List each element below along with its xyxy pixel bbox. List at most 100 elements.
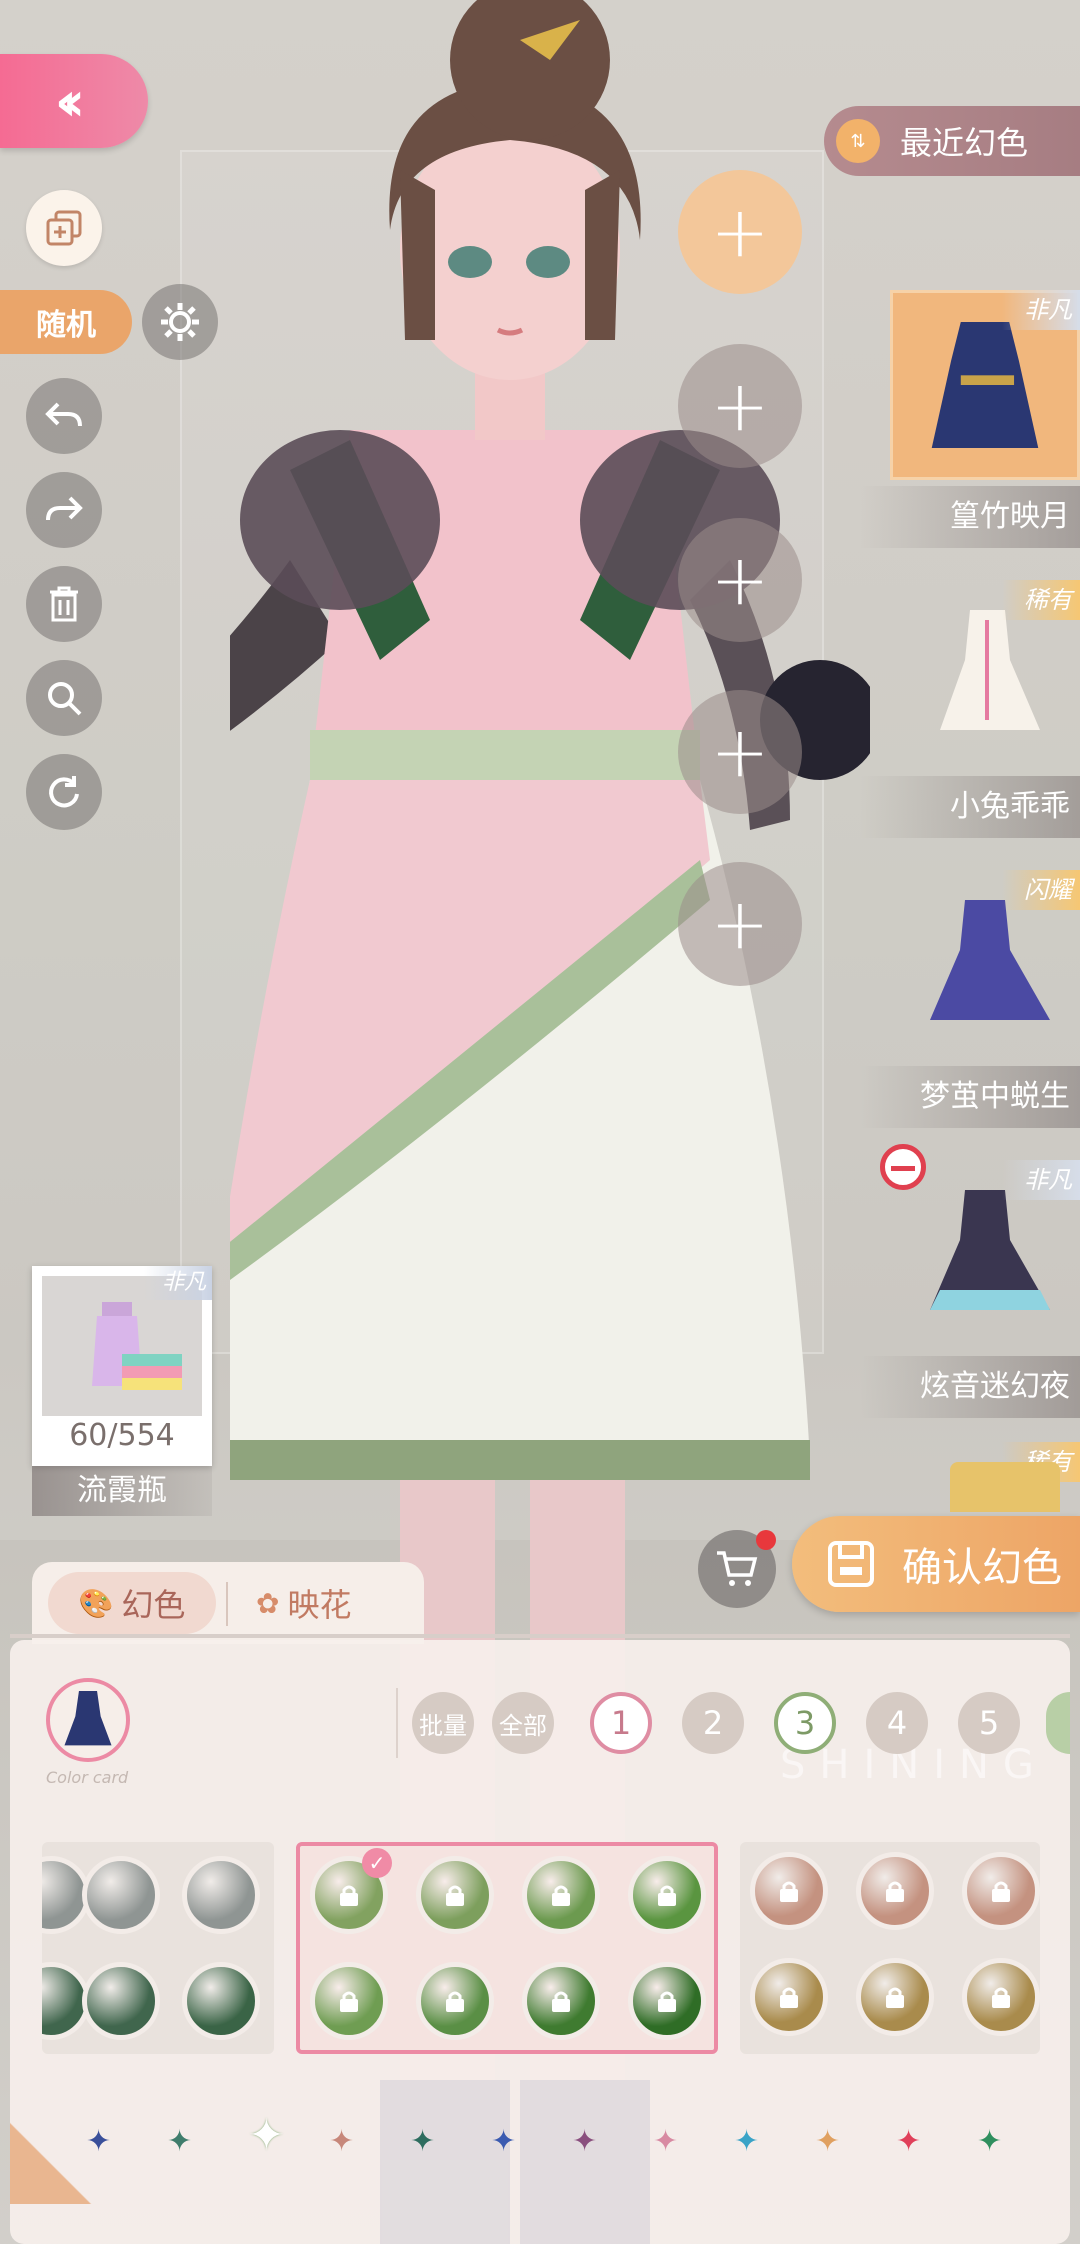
page-3-button[interactable]: 3 [774,1692,836,1754]
color-swatch[interactable] [856,1958,934,2036]
color-swatch[interactable] [962,1958,1040,2036]
lock-icon [658,1991,676,2012]
swatch-group-3 [740,1842,1040,2054]
panel-rail [10,1634,1070,1638]
outfit-name: 炫音迷幻夜 [860,1356,1080,1418]
swap-icon: ⇅ [836,119,880,163]
tab-dye-label: 幻色 [121,1586,186,1624]
outfit-name: 小兔乖乖 [860,776,1080,838]
outfit-item[interactable]: 稀有 小兔乖乖 [860,580,1080,850]
lock-icon [340,1991,358,2012]
color-swatch[interactable] [416,1856,494,1934]
selected-outfit-avatar[interactable] [46,1678,130,1762]
color-star-icon[interactable]: ✦ [410,2124,435,2159]
color-swatch[interactable] [416,1962,494,2040]
confirm-dye-label: 确认幻色 [902,1545,1062,1591]
outfit-name: 篁竹映月 [860,486,1080,548]
color-star-icon[interactable]: ✦ [167,2124,192,2159]
back-button[interactable]: ‹‹ [0,54,148,148]
color-star-icon[interactable]: ✦ [896,2124,921,2159]
lock-icon [552,1885,570,1906]
lock-icon [446,1885,464,1906]
page-6-button[interactable] [1046,1692,1070,1754]
color-swatch[interactable] [310,1962,388,2040]
outfit-item[interactable]: 非凡 篁竹映月 [860,290,1080,560]
swatch-group-2: ✓ [296,1842,718,2054]
random-button[interactable]: 随机 [0,290,132,354]
recent-dye-button[interactable]: ⇅ 最近幻色 [824,106,1080,176]
dye-slot-4[interactable]: + [678,690,802,814]
settings-button[interactable] [142,284,218,360]
delete-button[interactable] [26,566,102,642]
color-swatch[interactable] [750,1958,828,2036]
color-swatch[interactable] [750,1852,828,1930]
outfit-item[interactable]: 稀有 [860,1442,1080,1512]
all-button[interactable]: 全部 [492,1692,554,1754]
flower-icon: ✿ [256,1586,280,1620]
outfit-item[interactable]: 非凡 炫音迷幻夜 [860,1160,1080,1430]
recent-dye-label: 最近幻色 [900,124,1029,162]
material-card[interactable]: 非凡 60/554 [32,1266,212,1466]
color-swatch[interactable] [856,1852,934,1930]
redo-button[interactable] [26,472,102,548]
color-swatch[interactable] [182,1856,260,1934]
tab-bloom[interactable]: ✿ 映花 [256,1572,351,1634]
lock-icon [886,1987,904,2008]
palette-icon: 🎨 [78,1586,114,1620]
lock-icon [780,1881,798,1902]
divider [396,1688,398,1758]
plus-icon: + [710,365,770,447]
rarity-badge: 非凡 [1002,290,1080,330]
color-swatch[interactable] [182,1962,260,2040]
color-swatch[interactable] [82,1962,160,2040]
notification-dot [756,1530,776,1550]
batch-button[interactable]: 批量 [412,1692,474,1754]
lock-icon [992,1881,1010,1902]
color-star-icon[interactable]: ✦ [977,2124,1002,2159]
tab-bloom-label: 映花 [287,1586,352,1624]
lock-icon [992,1987,1010,2008]
undo-icon [45,402,82,427]
page-2-button[interactable]: 2 [682,1692,744,1754]
add-copy-button[interactable] [26,190,102,266]
divider [226,1582,228,1626]
dye-slot-1[interactable]: + [678,170,802,294]
page-1-button[interactable]: 1 [590,1692,652,1754]
color-swatch[interactable] [628,1856,706,1934]
color-star-icon[interactable]: ✦ [572,2124,597,2159]
dye-slot-5[interactable]: + [678,862,802,986]
lock-icon [886,1881,904,1902]
color-swatch[interactable] [962,1852,1040,1930]
confirm-dye-button[interactable]: 确认幻色 [792,1516,1080,1612]
dye-slot-2[interactable]: + [678,344,802,468]
tab-dye[interactable]: 🎨 幻色 [48,1572,216,1634]
undo-button[interactable] [26,378,102,454]
cart-button[interactable] [698,1530,776,1608]
color-swatch[interactable] [628,1962,706,2040]
color-star-icon[interactable]: ✦ [653,2124,678,2159]
color-star-icon[interactable]: ✦ [329,2124,354,2159]
zoom-button[interactable] [26,660,102,736]
plus-icon: + [710,711,770,793]
color-swatch[interactable] [82,1856,160,1934]
outfit-name: 梦茧中蜕生 [860,1066,1080,1128]
trash-icon [50,586,78,622]
color-star-icon[interactable]: ✦ [248,2110,285,2161]
color-star-icon[interactable]: ✦ [734,2124,759,2159]
color-swatch[interactable] [522,1962,600,2040]
plus-icon: + [710,883,770,965]
page-5-button[interactable]: 5 [958,1692,1020,1754]
page-4-button[interactable]: 4 [866,1692,928,1754]
reset-button[interactable] [26,754,102,830]
dye-slot-3[interactable]: + [678,518,802,642]
color-swatch[interactable] [522,1856,600,1934]
lock-icon [780,1987,798,2008]
outfit-item[interactable]: 闪耀 梦茧中蜕生 [860,870,1080,1140]
gear-icon [161,303,199,341]
search-icon [48,682,82,716]
color-star-icon[interactable]: ✦ [491,2124,516,2159]
rarity-badge: 稀有 [1002,580,1080,620]
dress-icon [64,1691,112,1746]
reset-icon [49,776,79,808]
color-star-icon[interactable]: ✦ [815,2124,840,2159]
